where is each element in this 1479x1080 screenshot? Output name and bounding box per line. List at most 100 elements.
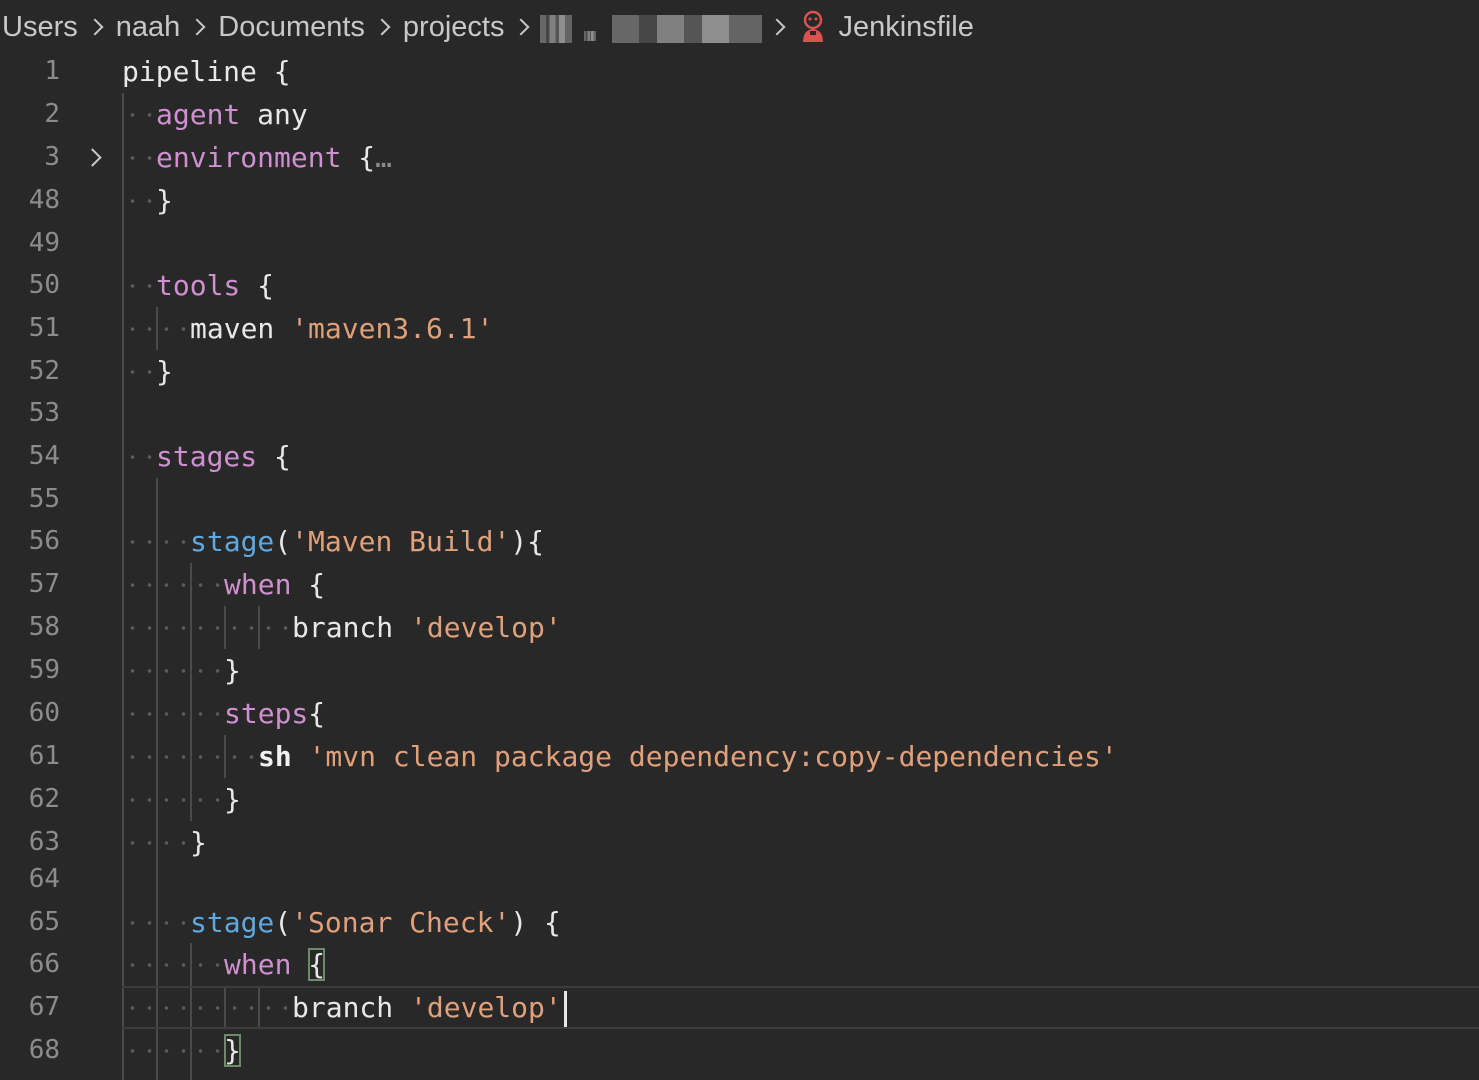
whitespace-dots [124, 626, 290, 630]
breadcrumb-file-jenkinsfile[interactable]: Jenkinsfile [836, 11, 975, 44]
line-number: 55 [28, 484, 60, 514]
code-editor[interactable]: 1 pipeline { 2 agent any 3 environment {… [0, 50, 1479, 1080]
code-line[interactable]: 53 [0, 392, 1479, 435]
breadcrumb-item-naah[interactable]: naah [114, 11, 183, 44]
line-number: 51 [28, 313, 60, 343]
code-line[interactable]: 62 } [0, 778, 1479, 821]
code-line[interactable]: 52 } [0, 350, 1479, 393]
code-line[interactable]: 2 agent any [0, 93, 1479, 136]
token-develop: 'develop' [410, 611, 562, 644]
whitespace-dots [124, 963, 222, 967]
token-sh: sh [258, 740, 292, 773]
line-number: 2 [44, 99, 60, 129]
breadcrumb-item-documents[interactable]: Documents [216, 11, 367, 44]
code-line[interactable]: 51 maven 'maven3.6.1' [0, 307, 1479, 350]
code-line[interactable]: 54 stages { [0, 435, 1479, 478]
code-line[interactable]: 66 when { [0, 943, 1479, 986]
code-line[interactable]: 50 tools { [0, 264, 1479, 307]
breadcrumb-item-redacted[interactable] [584, 31, 597, 41]
token-brace-matched: } [224, 1034, 241, 1067]
token-branch: branch [292, 991, 394, 1024]
whitespace-dots [124, 370, 154, 374]
breadcrumb-item-projects[interactable]: projects [401, 11, 507, 44]
code-line[interactable]: 58 branch 'develop' [0, 606, 1479, 649]
whitespace-dots [124, 921, 188, 925]
token-brace: } [224, 783, 241, 816]
whitespace-dots [124, 712, 222, 716]
whitespace-dots [124, 1006, 290, 1010]
line-number: 52 [28, 356, 60, 386]
line-number: 62 [28, 784, 60, 814]
code-line[interactable]: 55 [0, 478, 1479, 521]
line-number: 48 [28, 185, 60, 215]
code-line[interactable]: 65 stage('Sonar Check') { [0, 901, 1479, 944]
whitespace-dots [124, 455, 154, 459]
whitespace-dots [124, 1049, 222, 1053]
token-brace: } [156, 355, 173, 388]
line-number: 58 [28, 612, 60, 642]
whitespace-dots [124, 113, 154, 117]
token-brace: { [527, 525, 545, 558]
chevron-right-icon [189, 18, 207, 36]
code-line[interactable]: 64 [0, 858, 1479, 901]
whitespace-dots [124, 841, 188, 845]
chevron-right-icon [513, 18, 531, 36]
token-when: when [224, 568, 292, 601]
chevron-right-icon [374, 18, 392, 36]
whitespace-dots [124, 199, 154, 203]
chevron-right-icon [769, 18, 787, 36]
code-line[interactable]: 48 } [0, 179, 1479, 222]
token-brace: { [257, 269, 275, 302]
line-number: 1 [44, 56, 60, 86]
line-number: 67 [28, 992, 60, 1022]
token-mvn-command: 'mvn clean package dependency:copy-depen… [308, 740, 1118, 773]
breadcrumb-item-redacted[interactable] [612, 15, 763, 43]
token-when: when [224, 948, 292, 981]
token-stages: stages [156, 440, 258, 473]
code-line[interactable]: 1 pipeline { [0, 50, 1479, 93]
jenkins-icon [803, 10, 824, 42]
line-number: 60 [28, 698, 60, 728]
line-number: 59 [28, 655, 60, 685]
code-line[interactable]: 68 } [0, 1029, 1479, 1072]
code-line[interactable]: 59 } [0, 649, 1479, 692]
line-number: 53 [28, 398, 60, 428]
code-line[interactable]: 49 [0, 222, 1479, 265]
breadcrumb: Users naah Documents projects Jenkinsfil… [0, 0, 1479, 54]
token-steps: steps [224, 697, 309, 730]
token-maven-version: 'maven3.6.1' [291, 312, 494, 345]
breadcrumb-item-redacted[interactable] [540, 15, 573, 43]
whitespace-dots [124, 327, 188, 331]
line-number: 3 [44, 142, 60, 172]
line-number: 49 [28, 228, 60, 258]
folded-ellipsis[interactable]: … [375, 141, 392, 174]
token-brace: { [273, 55, 291, 88]
token-pipeline: pipeline [122, 55, 257, 88]
line-number: 68 [28, 1035, 60, 1065]
token-paren: ( [274, 525, 292, 558]
token-environment: environment [156, 141, 342, 174]
token-brace: } [190, 826, 207, 859]
breadcrumb-item-users[interactable]: Users [0, 11, 80, 44]
code-line[interactable]: 56 stage('Maven Build'){ [0, 520, 1479, 563]
token-any: any [257, 98, 308, 131]
token-paren: ) [510, 525, 528, 558]
code-line[interactable]: 3 environment {… [0, 136, 1479, 179]
code-line[interactable]: 60 steps{ [0, 692, 1479, 735]
whitespace-dots [124, 583, 222, 587]
whitespace-dots [124, 156, 154, 160]
token-brace: { [358, 141, 376, 174]
token-brace: { [274, 440, 291, 473]
code-line[interactable]: 57 when { [0, 563, 1479, 606]
code-line[interactable]: 61 sh 'mvn clean package dependency:copy… [0, 735, 1479, 778]
text-cursor [563, 991, 567, 1027]
token-paren: ( [274, 906, 292, 939]
whitespace-dots [124, 798, 222, 802]
whitespace-dots [124, 755, 256, 759]
token-branch: branch [292, 611, 394, 644]
fold-expand-icon[interactable] [86, 148, 104, 166]
token-tools: tools [156, 269, 241, 302]
token-paren: ) [510, 906, 528, 939]
code-line[interactable]: 67 branch 'develop' [0, 986, 1479, 1029]
line-number: 57 [28, 569, 60, 599]
